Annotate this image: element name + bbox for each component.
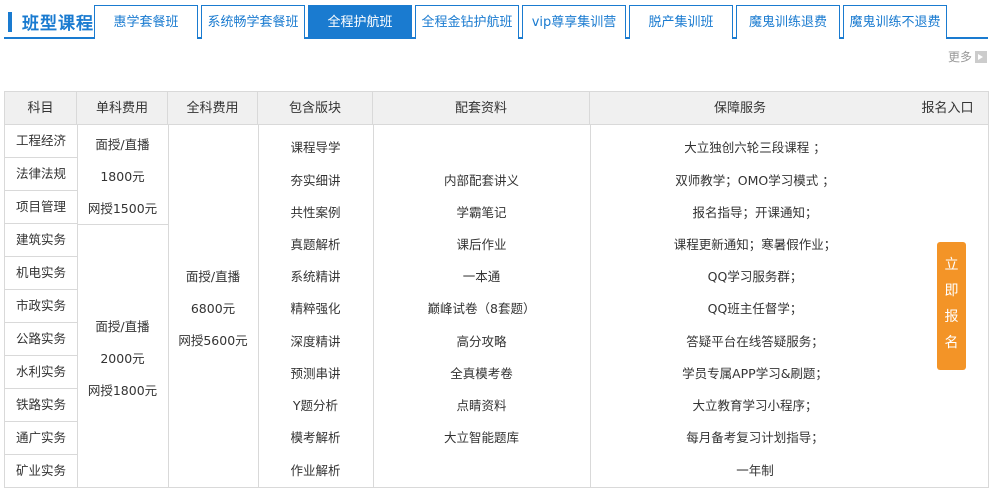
- signup-button[interactable]: 立 即 报 名: [937, 242, 966, 370]
- service-item: 答疑平台在线答疑服务；: [686, 334, 824, 349]
- header-subject: 科目: [5, 92, 77, 125]
- module-item: 共性案例: [290, 205, 341, 220]
- material-item: 大立智能题库: [443, 430, 519, 445]
- subject-cell: 机电实务: [5, 257, 77, 290]
- module-item: 课程导学: [290, 140, 341, 155]
- tab-mogui-butuifei[interactable]: 魔鬼训练不退费: [843, 5, 947, 39]
- table-header-row: 科目 单科费用 全科费用 包含版块 配套资料 保障服务 报名入口: [5, 92, 988, 125]
- subject-cell: 工程经济: [5, 125, 77, 158]
- module-item: 深度精讲: [290, 334, 341, 349]
- material-item: 内部配套讲义: [443, 173, 519, 188]
- section-title: 班型课程: [22, 14, 94, 34]
- more-label[interactable]: 更多: [948, 48, 972, 65]
- module-item: 系统精讲: [290, 269, 341, 284]
- single-fee-online: 网授1800元: [87, 383, 158, 398]
- service-item: 大立教育学习小程序；: [692, 398, 818, 413]
- material-item: 一本通: [462, 269, 501, 284]
- service-item: 双师教学；OMO学习模式 ；: [675, 173, 835, 188]
- header-full-fee: 全科费用: [168, 92, 258, 125]
- service-item: 课程更新通知；寒暑假作业；: [673, 237, 837, 252]
- more-link[interactable]: 更多: [948, 48, 987, 65]
- header-signup: 报名入口: [921, 101, 974, 116]
- module-item: 模考解析: [290, 430, 341, 445]
- module-item: 夯实细讲: [290, 173, 341, 188]
- signup-char[interactable]: 即: [937, 278, 966, 304]
- header-services: 保障服务: [713, 101, 766, 116]
- service-item: 报名指导；开课通知；: [692, 205, 818, 220]
- module-item: 预测串讲: [290, 366, 341, 381]
- material-item: 学霸笔记: [456, 205, 507, 220]
- tab-quancheng[interactable]: 全程护航班: [308, 5, 412, 39]
- module-item: Y题分析: [292, 398, 339, 413]
- subject-cell: 公路实务: [5, 323, 77, 356]
- material-item: 课后作业: [456, 237, 507, 252]
- full-fee-price: 6800元: [190, 301, 236, 316]
- header-materials: 配套资料: [373, 92, 590, 125]
- header-single-fee: 单科费用: [77, 92, 168, 125]
- service-item: QQ班主任督学；: [707, 301, 803, 316]
- header-modules: 包含版块: [258, 92, 373, 125]
- module-item: 精粹强化: [290, 301, 341, 316]
- subject-cell: 建筑实务: [5, 224, 77, 257]
- material-item: 巅峰试卷（8套题）: [427, 301, 536, 316]
- subject-cell: 市政实务: [5, 290, 77, 323]
- material-item: 点睛资料: [456, 398, 507, 413]
- service-item: 每月备考复习计划指导；: [686, 430, 824, 445]
- service-item: 一年制: [736, 463, 774, 478]
- material-item: 全真模考卷: [450, 366, 513, 381]
- subject-cell: 项目管理: [5, 191, 77, 224]
- single-fee-divider: [77, 224, 168, 225]
- course-table: 科目 单科费用 全科费用 包含版块 配套资料 保障服务 报名入口 工程经济 法律…: [4, 91, 989, 488]
- single-fee-mode: 面授/直播: [95, 319, 150, 334]
- chevron-right-icon[interactable]: [975, 50, 987, 63]
- service-item: QQ学习服务群；: [707, 269, 803, 284]
- title-accent-bar: [8, 12, 12, 32]
- module-item: 真题解析: [290, 237, 341, 252]
- full-fee-online: 网授5600元: [178, 333, 248, 348]
- tab-jinzuan[interactable]: 全程金钻护航班: [415, 5, 519, 39]
- tab-vip[interactable]: vip尊享集训营: [522, 5, 626, 39]
- subject-cell: 法律法规: [5, 158, 77, 191]
- signup-char[interactable]: 名: [937, 330, 966, 356]
- service-item: 学员专属APP学习&刷题；: [682, 366, 828, 381]
- tab-xitong[interactable]: 系统畅学套餐班: [201, 5, 305, 39]
- subject-cell: 通广实务: [5, 422, 77, 455]
- tab-tuochan[interactable]: 脱产集训班: [629, 5, 733, 39]
- service-item: 大立独创六轮三段课程 ；: [684, 140, 826, 155]
- subject-cell: 水利实务: [5, 356, 77, 389]
- signup-char[interactable]: 报: [937, 304, 966, 330]
- single-fee-online: 网授1500元: [87, 201, 158, 216]
- single-fee-mode: 面授/直播: [95, 137, 150, 152]
- course-tabs-header: 班型课程 惠学套餐班 系统畅学套餐班 全程护航班 全程金钻护航班 vip尊享集训…: [4, 3, 988, 39]
- signup-char[interactable]: 立: [937, 252, 966, 278]
- single-fee-price: 1800元: [100, 169, 145, 184]
- subject-cell: 矿业实务: [15, 463, 66, 478]
- subject-cell: 铁路实务: [5, 389, 77, 422]
- full-fee-mode: 面授/直播: [185, 269, 241, 284]
- single-fee-price: 2000元: [100, 351, 145, 366]
- material-item: 高分攻略: [456, 334, 507, 349]
- tab-huixue[interactable]: 惠学套餐班: [94, 5, 198, 39]
- tab-mogui-tuifei[interactable]: 魔鬼训练退费: [736, 5, 840, 39]
- module-item: 作业解析: [290, 463, 341, 478]
